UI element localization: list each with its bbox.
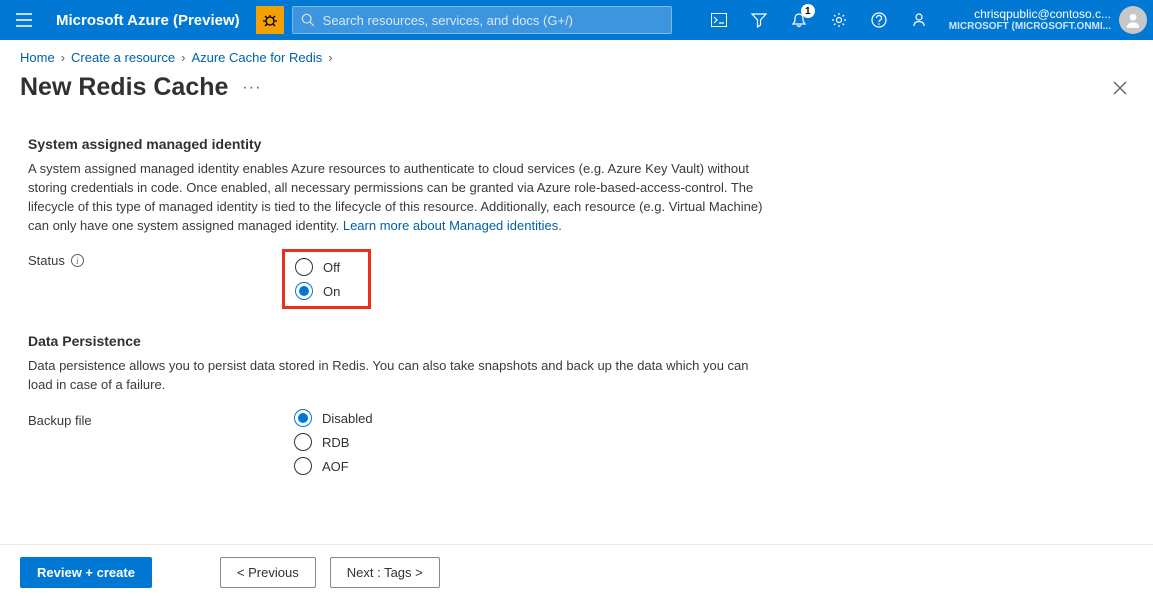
- breadcrumb-link-2[interactable]: Azure Cache for Redis: [191, 50, 322, 65]
- backup-radio-disabled[interactable]: Disabled: [294, 409, 373, 427]
- search-input[interactable]: [321, 12, 663, 29]
- chevron-right-icon: ›: [181, 50, 185, 65]
- more-commands-icon[interactable]: ···: [242, 79, 261, 97]
- breadcrumb: Home › Create a resource › Azure Cache f…: [0, 40, 1153, 69]
- backup-radio-rdb[interactable]: RDB: [294, 433, 373, 451]
- help-icon[interactable]: [859, 0, 899, 40]
- radio-icon: [295, 282, 313, 300]
- page-title: New Redis Cache: [20, 73, 228, 102]
- status-radio-on[interactable]: On: [295, 282, 340, 300]
- close-blade-button[interactable]: [1107, 75, 1133, 101]
- notification-badge: 1: [801, 4, 815, 18]
- status-radio-off[interactable]: Off: [295, 258, 340, 276]
- settings-gear-icon[interactable]: [819, 0, 859, 40]
- section-description-persistence: Data persistence allows you to persist d…: [28, 357, 768, 395]
- product-name[interactable]: Microsoft Azure (Preview): [48, 12, 256, 29]
- review-create-button[interactable]: Review + create: [20, 557, 152, 588]
- radio-icon: [294, 433, 312, 451]
- breadcrumb-link-1[interactable]: Create a resource: [71, 50, 175, 65]
- section-heading-persistence: Data Persistence: [28, 333, 1125, 349]
- notifications-icon[interactable]: 1: [779, 0, 819, 40]
- wizard-footer: Review + create < Previous Next : Tags >: [0, 544, 1153, 600]
- user-email: chrisqpublic@contoso.c...: [949, 8, 1111, 21]
- breadcrumb-link-0[interactable]: Home: [20, 50, 55, 65]
- backup-file-label: Backup file: [28, 409, 282, 428]
- header-icon-tray: 1: [699, 0, 939, 40]
- azure-header: Microsoft Azure (Preview) 1 ch: [0, 0, 1153, 40]
- user-directory: MICROSOFT (MICROSOFT.ONMI...: [949, 21, 1111, 32]
- menu-toggle-icon[interactable]: [0, 0, 48, 40]
- form-pane[interactable]: System assigned managed identity A syste…: [0, 112, 1153, 544]
- backup-radio-aof[interactable]: AOF: [294, 457, 373, 475]
- radio-icon: [295, 258, 313, 276]
- info-icon[interactable]: i: [71, 254, 84, 267]
- avatar-icon: [1119, 6, 1147, 34]
- cloud-shell-icon[interactable]: [699, 0, 739, 40]
- preview-bug-icon[interactable]: [256, 6, 284, 34]
- radio-icon: [294, 457, 312, 475]
- chevron-right-icon: ›: [61, 50, 65, 65]
- chevron-right-icon: ›: [328, 50, 332, 65]
- search-icon: [301, 13, 315, 27]
- status-radio-group: Off On: [295, 258, 340, 300]
- feedback-icon[interactable]: [899, 0, 939, 40]
- radio-icon: [294, 409, 312, 427]
- next-button[interactable]: Next : Tags >: [330, 557, 440, 588]
- learn-more-link[interactable]: Learn more about Managed identities: [343, 218, 558, 233]
- global-search[interactable]: [292, 6, 672, 34]
- account-menu[interactable]: chrisqpublic@contoso.c... MICROSOFT (MIC…: [939, 6, 1153, 34]
- backup-radio-group: Disabled RDB AOF: [282, 409, 373, 475]
- section-heading-identity: System assigned managed identity: [28, 136, 1125, 152]
- previous-button[interactable]: < Previous: [220, 557, 316, 588]
- status-label: Status i: [28, 249, 282, 268]
- directory-filter-icon[interactable]: [739, 0, 779, 40]
- section-description-identity: A system assigned managed identity enabl…: [28, 160, 768, 235]
- status-highlight: Off On: [282, 249, 371, 309]
